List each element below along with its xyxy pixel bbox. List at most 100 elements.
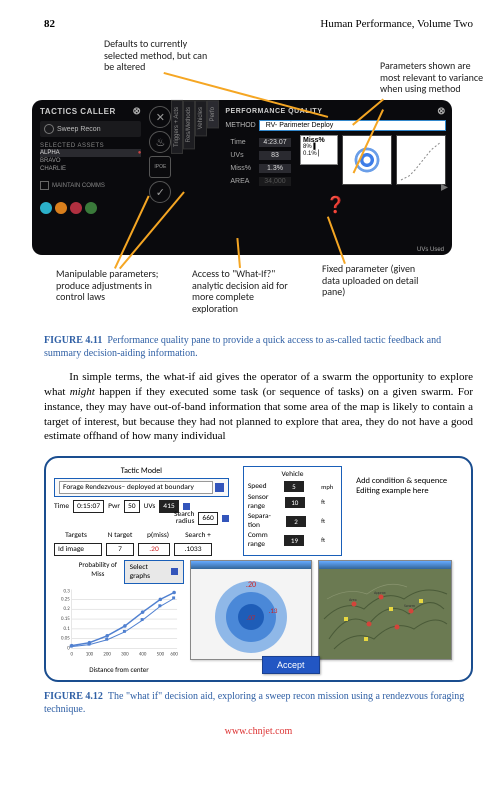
searchp-input[interactable]: .1033 (174, 543, 212, 556)
area-value: 34,000 (259, 177, 291, 186)
performance-panel: PERFORMANCE QUALITY ⊗ METHOD RV- Parimet… (219, 100, 452, 255)
fire-icon[interactable]: ♨ (149, 131, 171, 153)
uvs-label: UVs (227, 150, 254, 161)
performance-quality-pane: TACTICS CALLER ⊗ Sweep Recon SELECTED AS… (32, 100, 452, 255)
action-dot[interactable] (40, 202, 52, 214)
tactic-model-label: Tactic Model (54, 466, 229, 476)
svg-text:100: 100 (86, 651, 94, 657)
svg-text:.07: .07 (247, 613, 256, 622)
miss-summary-box: Miss% 8% ▌ 0.1% ▏ (300, 135, 338, 165)
tab-vehicles[interactable]: Vehicles (195, 100, 207, 136)
confirm-icon[interactable]: ✓ (149, 181, 171, 203)
vehicle-title: Vehicle (248, 470, 337, 479)
action-dot[interactable] (55, 202, 67, 214)
maintain-comms-row[interactable]: MAINTAIN COMMS (40, 181, 141, 190)
svg-text:0.1: 0.1 (64, 626, 71, 632)
miss-label: Miss% (227, 163, 254, 174)
miss-box-title: Miss% (303, 137, 335, 144)
svg-text:0.3: 0.3 (64, 588, 71, 594)
tab-triggers[interactable]: Triggers + Acts (171, 100, 183, 154)
svg-text:.20: .20 (246, 580, 256, 590)
svg-text:0: 0 (70, 651, 73, 657)
vertical-tabs: Triggers + Acts (171, 100, 183, 255)
asset-bravo[interactable]: BRAVO (40, 157, 141, 165)
tactic-model-select[interactable]: Forage Rendezvous– deployed at boundary (54, 478, 229, 497)
speed-value[interactable]: 5 (284, 481, 304, 492)
close-icon[interactable]: ⊗ (437, 106, 446, 117)
asset-alpha[interactable]: ALPHA● (40, 149, 141, 157)
svg-text:0.25: 0.25 (61, 596, 70, 602)
time-label: Time (54, 502, 69, 511)
tactic-model-value: Forage Rendezvous– deployed at boundary (59, 481, 213, 494)
param-table: Time4:23.07 UVs83 Miss%1.3% AREA34,000 (225, 135, 296, 189)
figure-4-11: Defaults to currently selected method, b… (44, 38, 473, 328)
hdr-pmiss: p(miss) (142, 531, 174, 540)
probability-graph: Probability of Miss Select graphs (54, 560, 184, 674)
map-window[interactable]: AreaSwarmApprox (318, 560, 452, 660)
miss-v2: 0.1% (303, 151, 317, 157)
pwr-input[interactable]: 50 (124, 500, 140, 513)
mini-line-chart[interactable] (396, 135, 446, 185)
tab-res-methods[interactable]: Res/Methods (183, 100, 195, 149)
sweep-recon-row[interactable]: Sweep Recon (40, 121, 141, 137)
cancel-icon[interactable]: ✕ (149, 106, 171, 128)
distance-label: Distance from center (54, 665, 184, 674)
search-radius-label: Searchradius (174, 512, 194, 526)
comm-value[interactable]: 19 (284, 535, 304, 546)
time-input[interactable]: 0:15:07 (73, 500, 104, 513)
annot-manipulable: Manipulable parameters; produce adjustme… (56, 268, 166, 303)
caption-text: The "what if" decision aid, exploring a … (44, 691, 464, 715)
sensor-value[interactable]: 10 (285, 497, 305, 508)
ipoe-icon[interactable]: IPOE (149, 156, 171, 178)
sep-value[interactable]: 2 (286, 516, 306, 527)
page-number: 82 (44, 18, 55, 30)
tactics-caller-title: TACTICS CALLER (40, 107, 116, 116)
asset-charlie[interactable]: CHARLIE (40, 165, 141, 173)
maintain-comms-label: MAINTAIN COMMS (52, 183, 105, 189)
window-titlebar[interactable] (319, 561, 451, 569)
close-icon[interactable]: ⊗ (132, 106, 141, 117)
tab-perfo[interactable]: Perfo (207, 100, 219, 128)
vertical-tabs-4: Perfo (207, 100, 219, 255)
book-title: Human Performance, Volume Two (320, 18, 473, 30)
radio-icon (44, 124, 54, 134)
pmiss-input[interactable]: .20 (138, 543, 170, 556)
svg-text:200: 200 (103, 651, 111, 657)
time-value[interactable]: 4:23.07 (259, 138, 291, 147)
dropdown-icon[interactable] (215, 483, 224, 492)
select-graphs-button[interactable]: Select graphs (124, 560, 184, 584)
annot-params-shown: Parameters shown are most relevant to va… (380, 60, 485, 95)
id-image-input[interactable]: Id image (54, 543, 102, 556)
column-headers: Targets N target p(miss) Search + (54, 531, 229, 540)
area-label: AREA (227, 176, 254, 187)
method-label: METHOD (225, 122, 255, 129)
svg-text:300: 300 (121, 651, 129, 657)
arrow-right-icon[interactable]: ▸ (441, 178, 448, 195)
uvs-value[interactable]: 83 (259, 151, 291, 160)
svg-text:600: 600 (170, 651, 178, 657)
action-dot[interactable] (70, 202, 82, 214)
dropdown-icon[interactable] (183, 503, 190, 510)
miss-value[interactable]: 1.3% (259, 164, 291, 173)
hdr-searchp: Search + (180, 531, 216, 540)
ring-chart-window[interactable]: .20 .13 .07 (190, 560, 312, 660)
whatif-icon[interactable]: ❓ (326, 197, 346, 214)
search-radius-input[interactable]: 660 (198, 512, 217, 525)
sensor-unit: ft (321, 498, 337, 506)
annot-defaults: Defaults to currently selected method, b… (104, 38, 214, 73)
footer-url: www.chnjet.com (44, 726, 473, 737)
accept-button[interactable]: Accept (262, 656, 320, 674)
speed-unit: mph (321, 483, 337, 491)
example-text: Add condition & sequenceEditing example … (356, 466, 463, 556)
action-dot[interactable] (85, 202, 97, 214)
checkbox-icon[interactable] (40, 181, 49, 190)
mid-icon-column: ✕ ♨ IPOE ✓ (149, 100, 171, 255)
window-titlebar[interactable] (191, 561, 311, 569)
dropdown-icon[interactable] (222, 515, 229, 522)
figure-4-12-caption: FIGURE 4.12 The "what if" decision aid, … (44, 690, 473, 716)
figure-4-11-caption: FIGURE 4.11 Performance quality pane to … (44, 334, 473, 360)
ntarget-input[interactable]: 7 (106, 543, 134, 556)
prob-miss-label: Probability of Miss (72, 560, 124, 578)
vehicle-box: Vehicle Speed5mph Sensorrange10ft Separa… (243, 466, 342, 556)
line-plot[interactable]: 00.050.1 0.150.20.250.3 0100200 30040050… (54, 584, 182, 662)
